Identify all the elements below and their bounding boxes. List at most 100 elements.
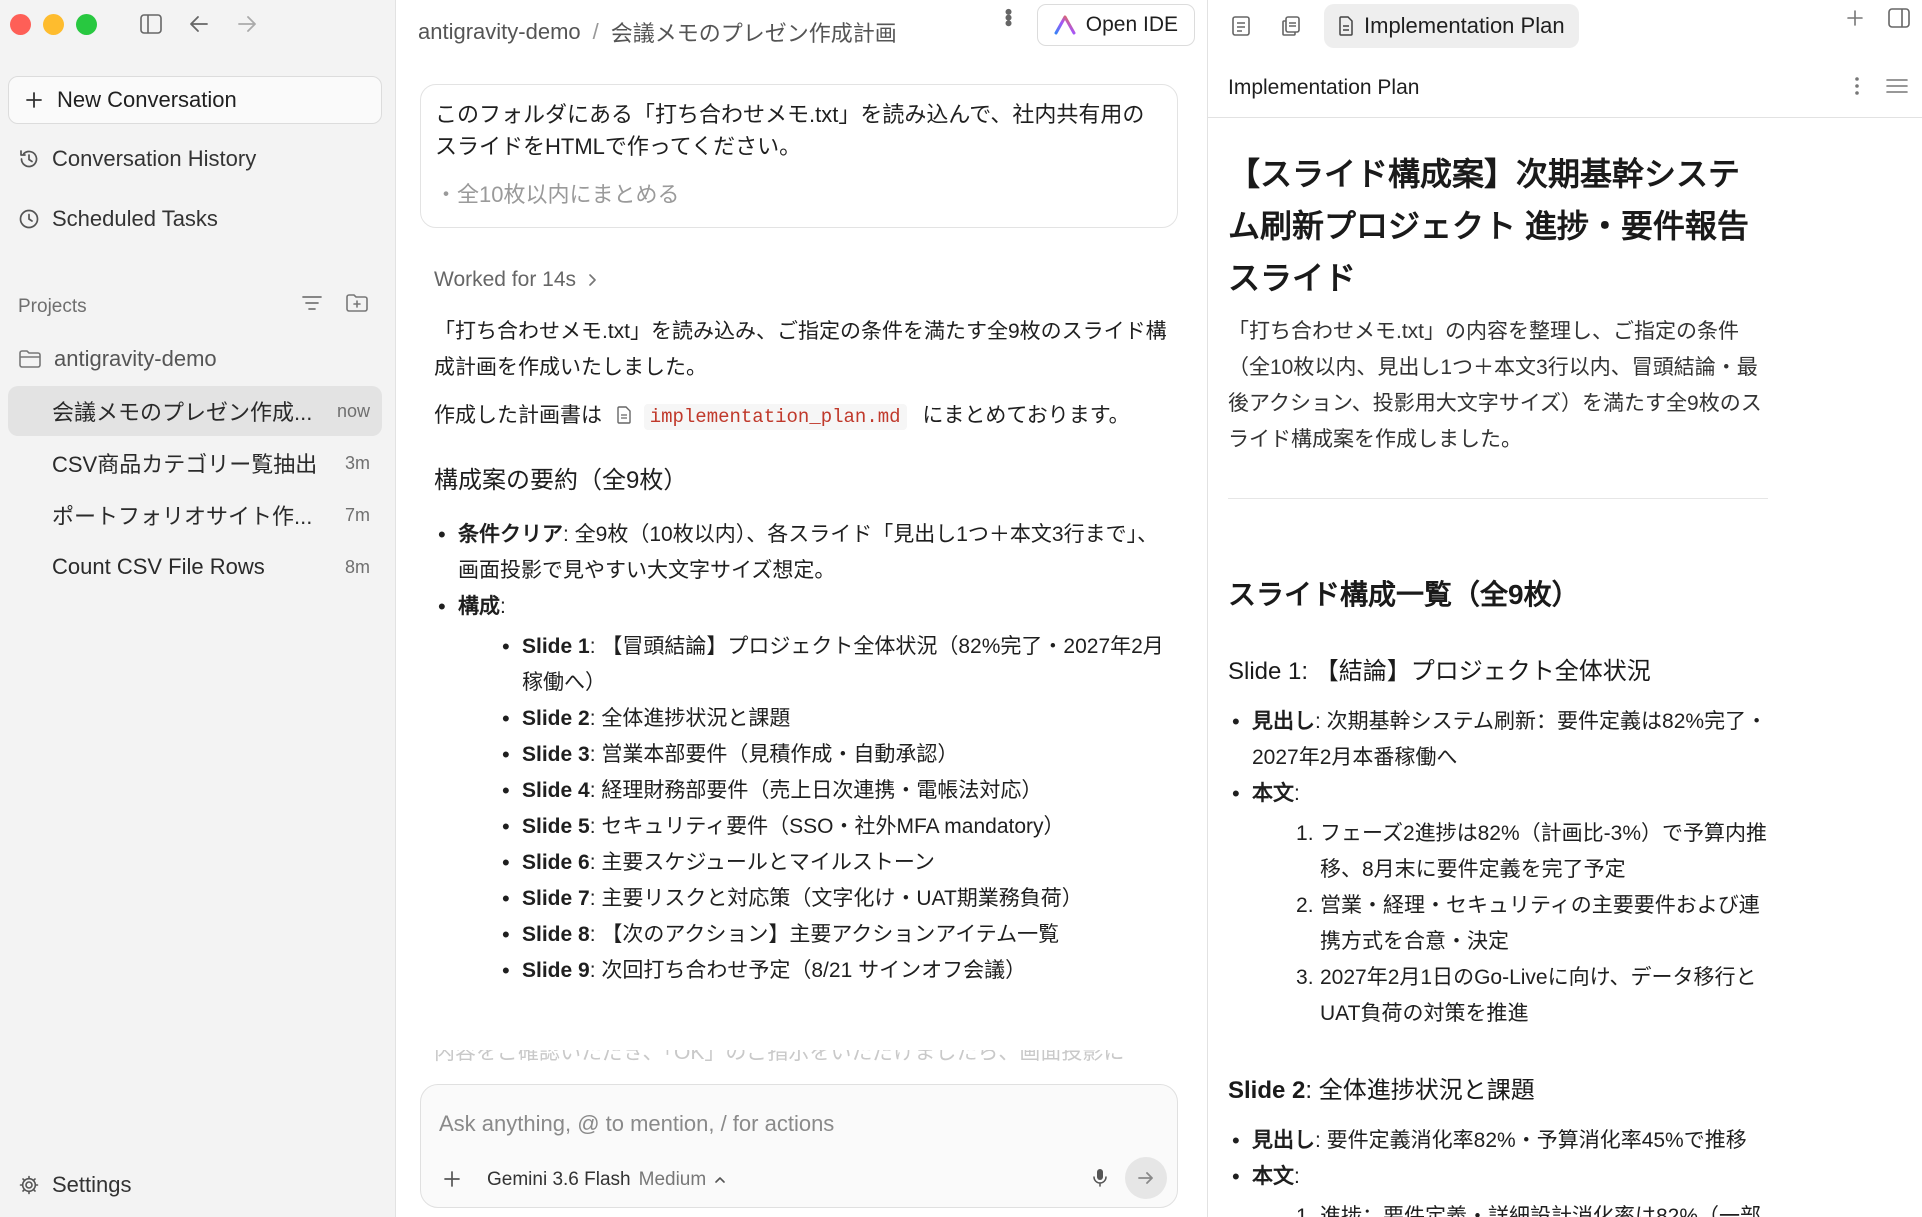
plan-header: Implementation Plan: [1208, 62, 1922, 118]
detail-label: 本文: [1252, 1165, 1294, 1188]
plan-document: 【スライド構成案】次期基幹システム刷新プロジェクト 進捗・要件報告スライド 「打…: [1228, 148, 1768, 1217]
conversation-time: now: [336, 400, 370, 421]
slide-item: Slide 7: 主要リスクと対応策（文字化け・UAT期業務負荷）: [498, 881, 1174, 917]
summary-heading: 構成案の要約（全9枚）: [434, 467, 688, 494]
item-text: : 全9枚（10枚以内）、各スライド「見出し1つ＋本文3行まで」、画面投影で見や…: [458, 523, 1159, 582]
worked-for-label: Worked for 14s: [434, 268, 577, 291]
slide-heading-text: : 全体進捗状況と課題: [1305, 1077, 1535, 1104]
history-icon: [20, 150, 38, 168]
open-ide-label: Open IDE: [1085, 13, 1178, 36]
detail-item: 本文: フェーズ2進捗は82%（計画比-3%）で予算内推移、8月末に要件定義を完…: [1228, 776, 1768, 1032]
back-arrow-icon[interactable]: [186, 11, 212, 37]
slide-heading: Slide 2: 全体進捗状況と課題: [1228, 1070, 1768, 1105]
user-message-line: このフォルダにある「打ち合わせメモ.txt」を読み込んで、社内共有用の: [435, 102, 1145, 127]
conversation-item[interactable]: ポートフォリオサイト作... 7m: [8, 490, 382, 540]
breadcrumb-separator: /: [592, 19, 599, 44]
reply-paragraph: 「打ち合わせメモ.txt」を読み込み、ご指定の条件を満たす全9枚のスライド構成計…: [434, 320, 1167, 379]
conversation-time: 3m: [344, 452, 370, 473]
new-conversation-label: New Conversation: [57, 87, 237, 112]
slide-item: Slide 5: セキュリティ要件（SSO・社外MFA mandatory）: [498, 809, 1174, 845]
model-name: Gemini 3.6 Flash: [487, 1169, 631, 1190]
reply-paragraph-file: 作成した計画書は implementation_plan.md にまとめておりま…: [434, 398, 1174, 435]
slide-heading-label: Slide 2: [1228, 1077, 1306, 1104]
detail-label: 見出し: [1252, 1129, 1315, 1152]
conversation-title: ポートフォリオサイト作...: [52, 504, 313, 529]
new-conversation-button[interactable]: New Conversation: [8, 76, 382, 124]
slide-text: : セキュリティ要件（SSO・社外MFA mandatory）: [589, 815, 1065, 838]
chevron-right-icon: [589, 274, 596, 286]
arrow-right-icon: [1138, 1172, 1153, 1184]
conversation-title: Count CSV File Rows: [52, 554, 265, 579]
microphone-button[interactable]: [1091, 1167, 1109, 1194]
zoom-window-button[interactable]: [76, 14, 97, 35]
new-folder-icon[interactable]: [345, 293, 369, 313]
nav-scheduled-tasks[interactable]: Scheduled Tasks: [18, 206, 218, 232]
minimize-window-button[interactable]: [43, 14, 64, 35]
folder-icon: [19, 350, 41, 368]
tab-implementation-plan[interactable]: Implementation Plan: [1324, 4, 1579, 48]
open-ide-button[interactable]: Open IDE: [1036, 4, 1195, 46]
item-label: 条件クリア: [458, 523, 563, 546]
conversation-item[interactable]: Count CSV File Rows 8m: [8, 542, 382, 592]
add-attachment-button[interactable]: [443, 1167, 461, 1195]
slide-label: Slide 9: [522, 959, 590, 982]
forward-arrow-icon[interactable]: [234, 11, 260, 37]
toggle-sidebar-icon[interactable]: [138, 11, 164, 37]
conversation-item[interactable]: 会議メモのプレゼン作成... now: [8, 386, 382, 436]
filter-icon[interactable]: [301, 293, 323, 313]
settings-button[interactable]: Settings: [18, 1172, 132, 1198]
breadcrumb-title: 会議メモのプレゼン作成計画: [610, 21, 897, 46]
project-name: antigravity-demo: [54, 346, 217, 371]
slide-item: Slide 6: 主要スケジュールとマイルストーン: [498, 845, 1174, 881]
message-input[interactable]: Ask anything, @ to mention, / for action…: [439, 1111, 834, 1137]
document-copy-icon[interactable]: [1274, 9, 1308, 43]
body-lines: 進捗：要件定義・詳細設計消化率は82%（一部権限設計・API調整で計画比-3%）: [1296, 1199, 1768, 1217]
slide-item: Slide 3: 営業本部要件（見積作成・自動承認）: [498, 737, 1174, 773]
plus-icon[interactable]: [1846, 9, 1864, 27]
send-button[interactable]: [1125, 1157, 1167, 1199]
gear-icon: [19, 1175, 39, 1195]
detail-item: 見出し: 要件定義消化率82%・予算消化率45%で推移: [1228, 1123, 1768, 1159]
slide-text: : 経理財務部要件（売上日次連携・電帳法対応）: [589, 779, 1043, 802]
body-lines: フェーズ2進捗は82%（計画比-3%）で予算内推移、8月末に要件定義を完了予定 …: [1296, 816, 1768, 1032]
project-antigravity-demo[interactable]: antigravity-demo: [18, 346, 217, 372]
body-line: フェーズ2進捗は82%（計画比-3%）で予算内推移、8月末に要件定義を完了予定: [1296, 816, 1768, 881]
app-window: New Conversation Conversation History Sc…: [0, 0, 1922, 1217]
plan-tab-actions: [1846, 8, 1910, 28]
body-line: 2027年2月1日のGo-Liveに向け、データ移行とUAT負荷の対策を推進: [1296, 960, 1757, 1025]
composer: Ask anything, @ to mention, / for action…: [420, 1084, 1178, 1208]
window-controls: [10, 14, 97, 35]
conversation-item[interactable]: CSV商品カテゴリー覧抽出 3m: [8, 438, 382, 488]
chevron-up-icon: [715, 1177, 726, 1183]
detail-text: : 要件定義消化率82%・予算消化率45%で推移: [1315, 1129, 1747, 1152]
summary-list: 条件クリア: 全9枚（10枚以内）、各スライド「見出し1つ＋本文3行まで」、画面…: [434, 517, 1174, 989]
file-icon: [617, 406, 631, 424]
close-window-button[interactable]: [10, 14, 31, 35]
model-selector[interactable]: Gemini 3.6 Flash Medium: [487, 1169, 726, 1191]
projects-actions: [301, 293, 369, 313]
breadcrumb-project[interactable]: antigravity-demo: [418, 19, 581, 45]
faded-text: 内容をご確認いただき、「OK」のご指示をいただけましたら、画面投影に: [434, 1050, 1174, 1074]
chat-pane: antigravity-demo / 会議メモのプレゼン作成計画 ••• Ope…: [396, 0, 1208, 1217]
slide-item: Slide 9: 次回打ち合わせ予定（8/21 サインオフ会議）: [498, 953, 1174, 989]
worked-for-toggle[interactable]: Worked for 14s: [434, 268, 598, 292]
body-line: 進捗：要件定義・詳細設計消化率は82%（一部権限設計・API調整で計画比-3%）: [1296, 1199, 1762, 1217]
outline-icon[interactable]: [1886, 78, 1908, 94]
summary-item: 条件クリア: 全9枚（10枚以内）、各スライド「見出し1つ＋本文3行まで」、画面…: [434, 517, 1174, 589]
nav-conversation-history[interactable]: Conversation History: [18, 146, 256, 172]
slide-label: Slide 3: [522, 743, 590, 766]
document-list-icon[interactable]: [1224, 9, 1258, 43]
slide-text: : 営業本部要件（見積作成・自動承認）: [589, 743, 959, 766]
more-options-icon[interactable]: •••: [995, 8, 1021, 25]
file-link[interactable]: implementation_plan.md: [643, 404, 907, 430]
slide-item: Slide 2: 全体進捗状況と課題: [498, 701, 1174, 737]
settings-label: Settings: [52, 1172, 132, 1197]
toggle-panel-icon[interactable]: [1888, 8, 1910, 28]
assistant-reply: 「打ち合わせメモ.txt」を読み込み、ご指定の条件を満たす全9枚のスライド構成計…: [434, 314, 1174, 989]
more-vertical-icon[interactable]: [1854, 76, 1860, 96]
breadcrumb: antigravity-demo / 会議メモのプレゼン作成計画: [418, 16, 897, 48]
slide-item: Slide 4: 経理財務部要件（売上日次連携・電帳法対応）: [498, 773, 1174, 809]
user-message: このフォルダにある「打ち合わせメモ.txt」を読み込んで、社内共有用の スライド…: [420, 84, 1178, 228]
plan-heading: 【スライド構成案】次期基幹システム刷新プロジェクト 進捗・要件報告スライド: [1228, 156, 1749, 296]
plan-pane: Implementation Plan Implementation Plan …: [1208, 0, 1922, 1217]
